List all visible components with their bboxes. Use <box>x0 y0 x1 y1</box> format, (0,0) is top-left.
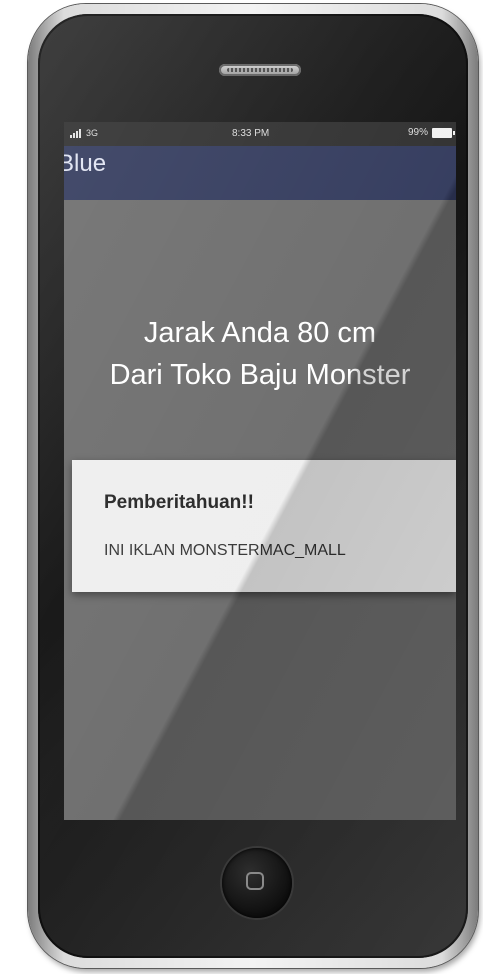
network-label: 3G <box>86 128 99 138</box>
dialog-title: Pemberitahuan!! <box>104 492 254 513</box>
app-title: Blue <box>64 150 107 177</box>
dialog-message: INI IKLAN MONSTERMAC_MALL <box>104 542 346 559</box>
speaker-grille <box>219 64 301 76</box>
battery-percent: 99% <box>407 127 428 138</box>
alert-dialog[interactable]: Pemberitahuan!! INI IKLAN MONSTERMAC_MAL… <box>72 460 456 592</box>
distance-line-1: Jarak Anda 80 cm <box>143 317 377 349</box>
phone-screen: 3G 8:33 PM 99% Blue Jarak Anda 80 cm Dar… <box>64 122 456 820</box>
status-right: 99% <box>407 127 455 138</box>
home-button[interactable] <box>222 848 292 918</box>
home-button-icon <box>246 872 264 890</box>
battery-icon <box>432 127 455 138</box>
distance-line-2: Dari Toko Baju Monster <box>109 359 411 391</box>
app-bar: Blue <box>64 146 456 200</box>
status-left: 3G <box>70 128 98 138</box>
signal-icon <box>70 129 81 138</box>
status-time: 8:33 PM <box>232 128 270 139</box>
status-bar: 3G 8:33 PM 99% <box>64 122 456 146</box>
distance-message: Jarak Anda 80 cm Dari Toko Baju Monster <box>64 312 456 396</box>
